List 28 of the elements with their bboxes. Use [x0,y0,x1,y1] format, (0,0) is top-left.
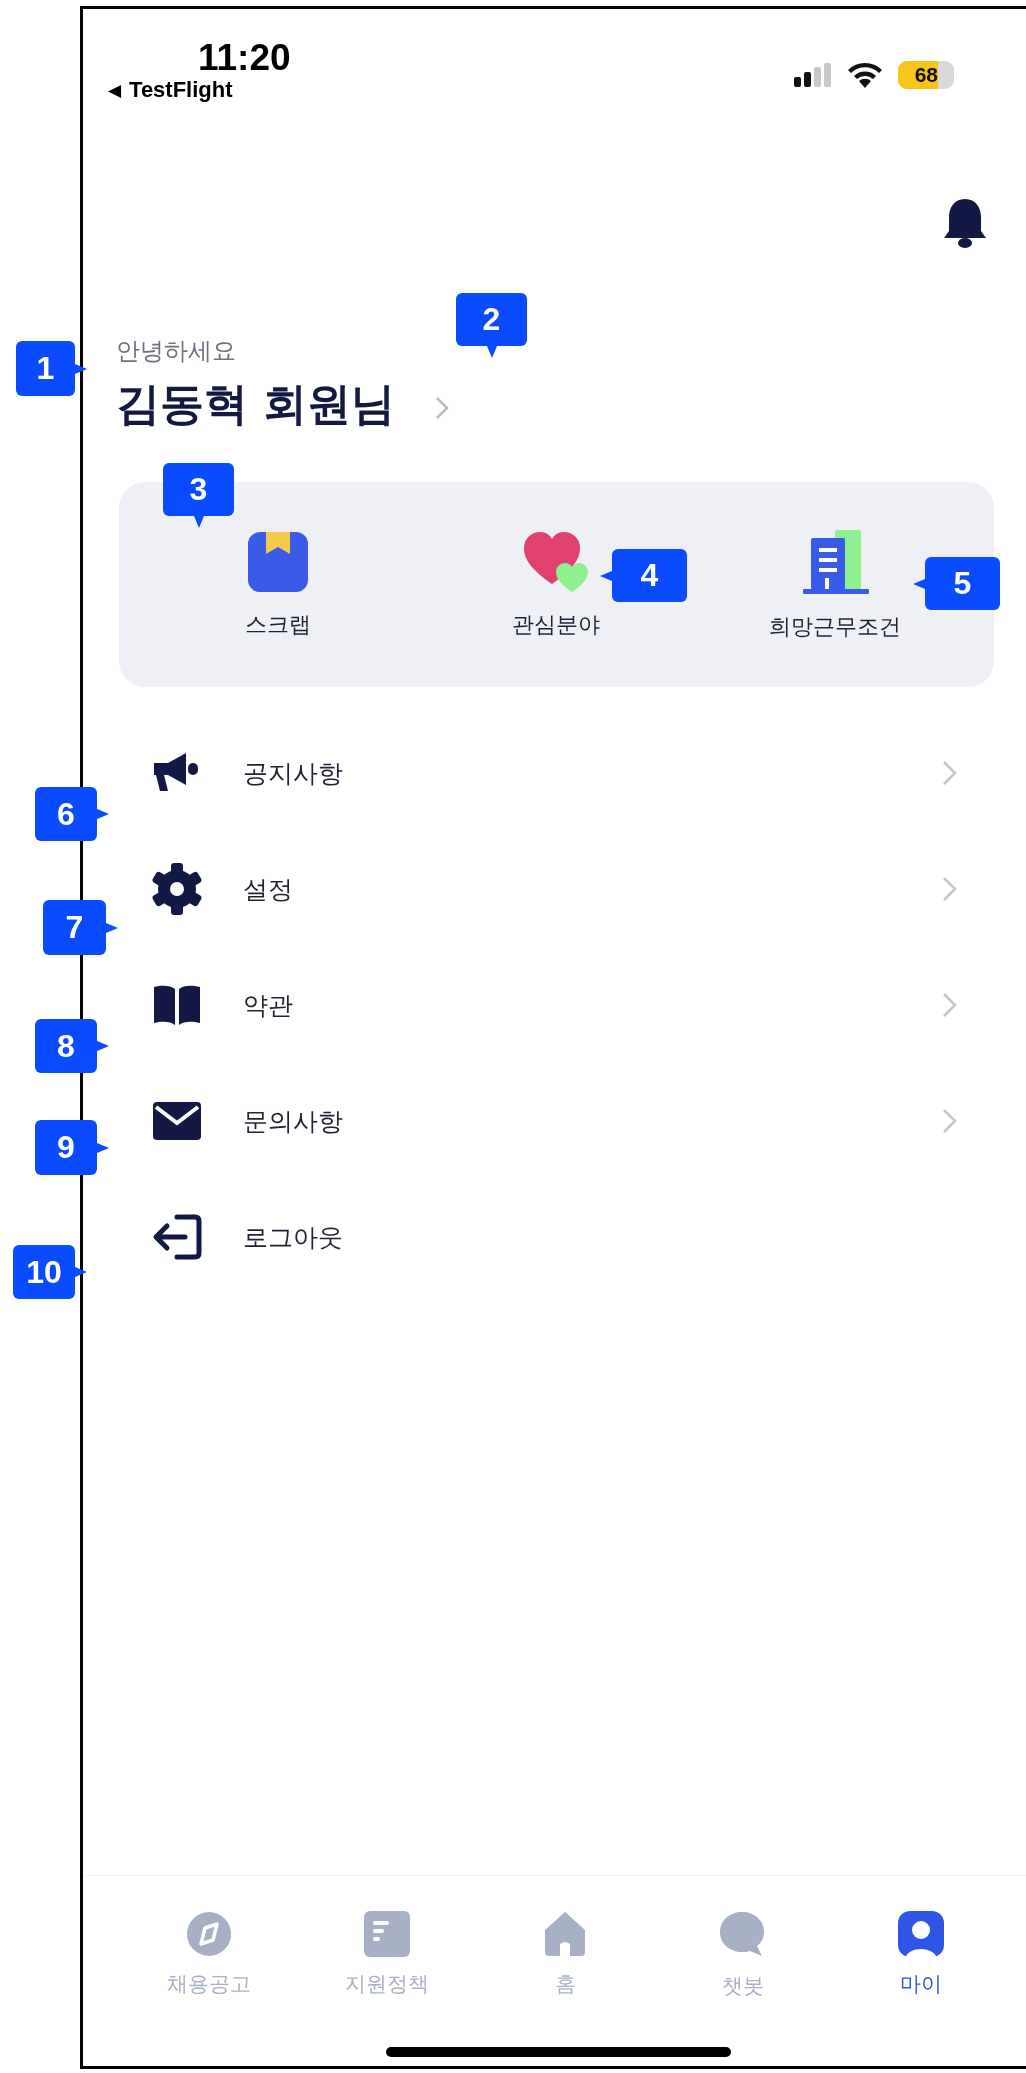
quick-menu-label[interactable]: 스크랩 [245,609,312,640]
quick-menu-label[interactable]: 희망근무조건 [768,611,901,642]
menu-item[interactable]: 설정 [243,872,293,906]
mail-icon[interactable] [152,1101,202,1141]
person-icon[interactable] [897,1910,945,1958]
signal-icon [794,63,832,87]
logout-icon[interactable] [151,1213,203,1261]
hearts-icon[interactable] [522,529,591,594]
bookmark-box-icon[interactable] [246,529,311,594]
chevron-right-icon[interactable] [435,395,450,420]
battery-icon: 68 [898,61,954,89]
user-name[interactable]: 김동혁 회원님 [116,375,396,434]
back-arrow[interactable]: ◀ [108,80,122,100]
menu-item[interactable]: 약관 [243,988,293,1022]
tab-label[interactable]: 마이 [900,1970,942,1998]
book-icon[interactable] [152,983,202,1027]
back-app-link[interactable]: TestFlight [129,77,233,103]
greeting-text: 안녕하세요 [116,336,236,367]
document-icon[interactable] [363,1910,411,1958]
compass-icon[interactable] [185,1910,233,1958]
quick-menu-label[interactable]: 관심분야 [512,609,601,640]
wifi-icon [846,61,884,89]
settings-icon[interactable] [151,862,203,916]
menu-item[interactable]: 공지사항 [243,756,343,790]
notification-bell-icon[interactable] [941,197,989,249]
menu-item[interactable]: 로그아웃 [243,1220,343,1254]
status-time: 11:20 [198,39,291,77]
menu-item[interactable]: 문의사항 [243,1104,343,1138]
